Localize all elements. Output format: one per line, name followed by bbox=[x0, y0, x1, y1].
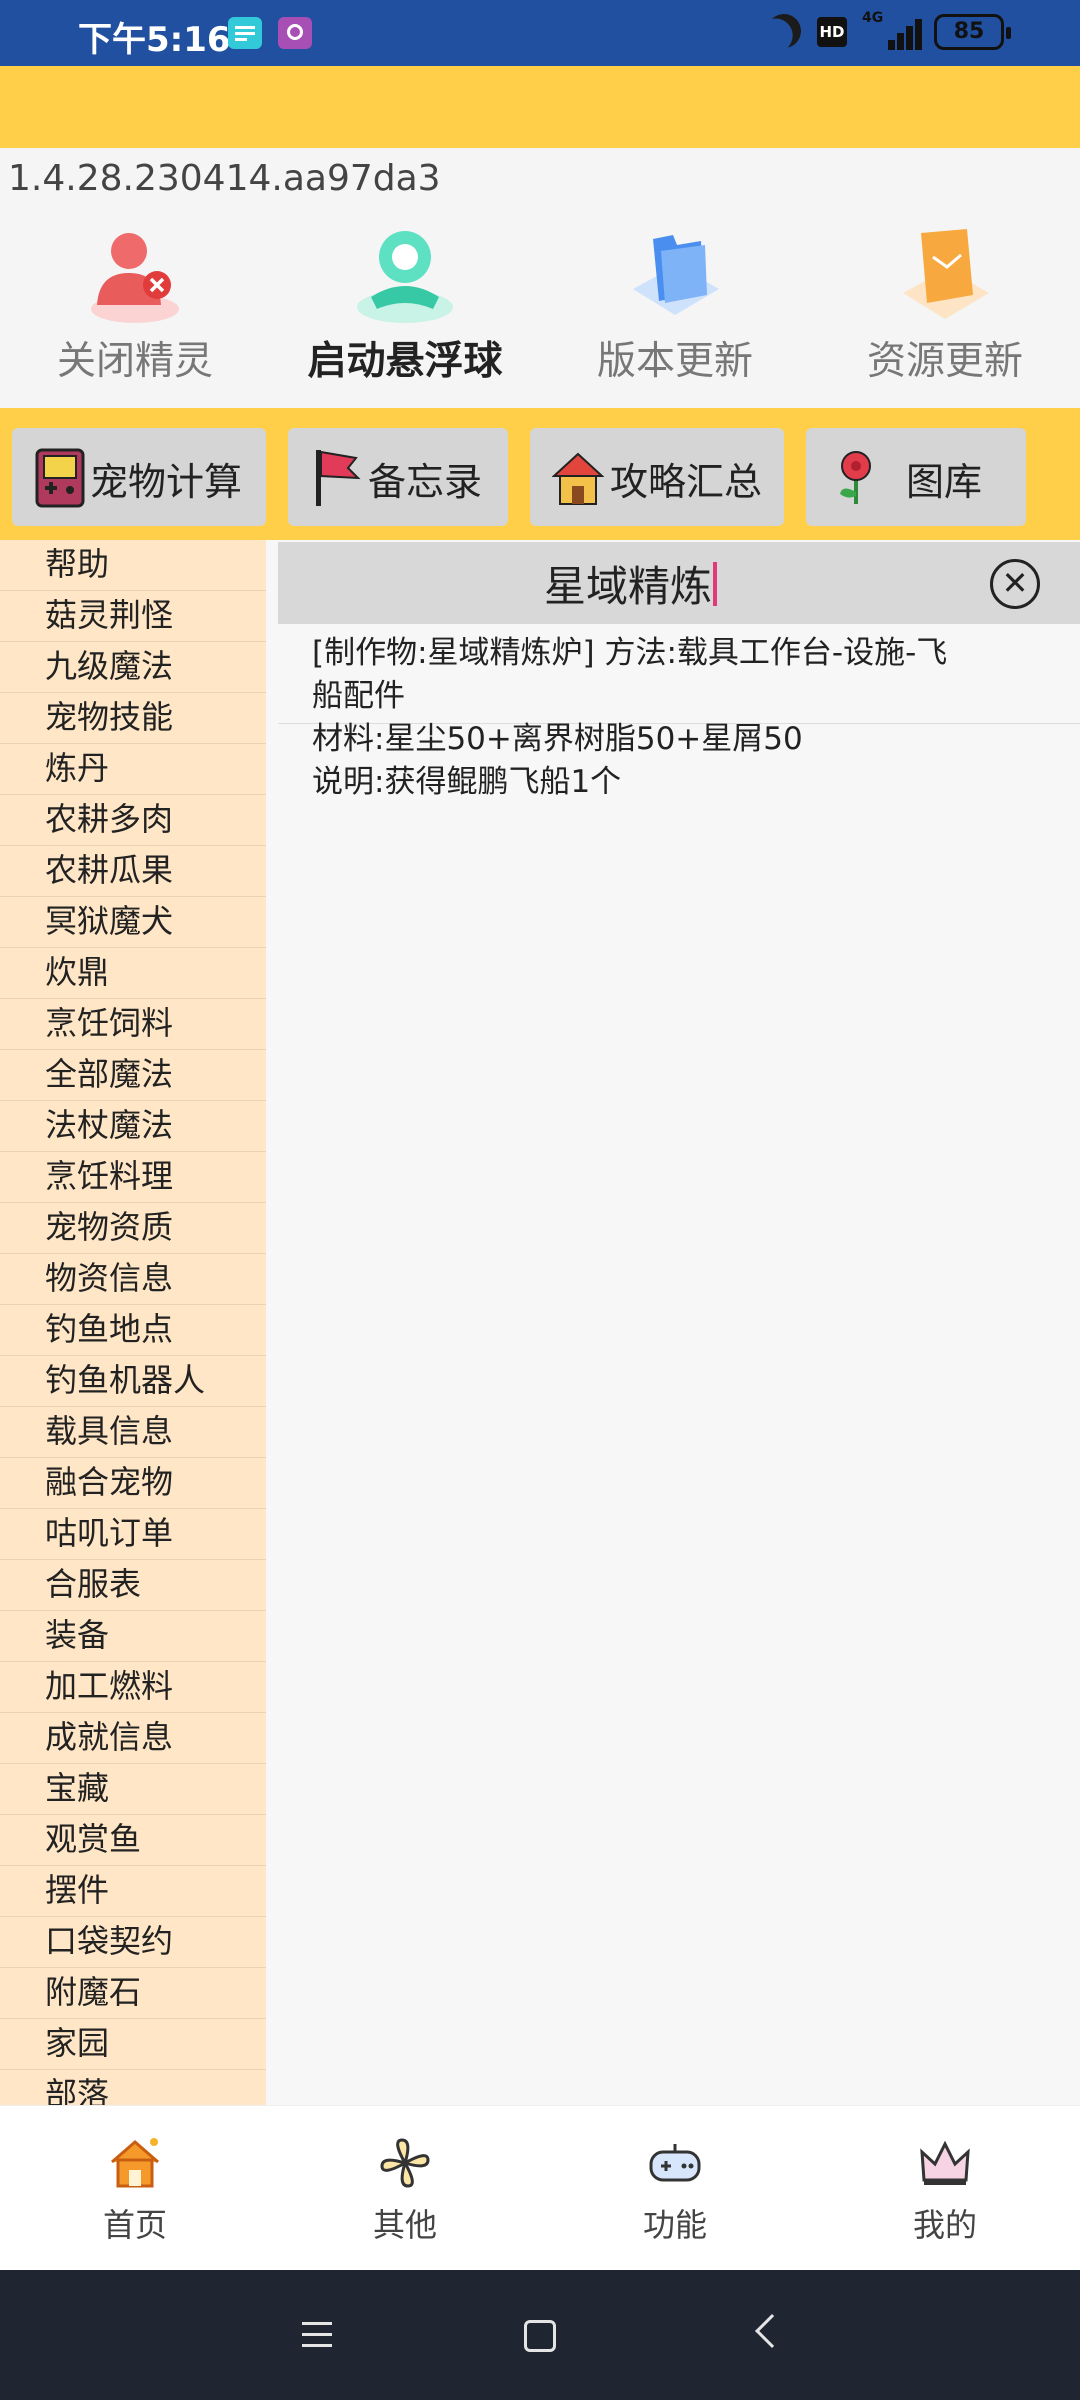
text-cursor bbox=[713, 562, 717, 606]
back-icon[interactable] bbox=[755, 2314, 789, 2348]
nav-home-label: 首页 bbox=[102, 2206, 167, 2244]
sidebar-item[interactable]: 家园 bbox=[0, 2019, 266, 2070]
sidebar-item[interactable]: 咕叽订单 bbox=[0, 1509, 266, 1560]
sidebar-item[interactable]: 烹饪饲料 bbox=[0, 999, 266, 1050]
gallery-button[interactable]: 图库 bbox=[806, 428, 1026, 526]
close-sprite-icon bbox=[91, 233, 179, 323]
sidebar-item[interactable]: 宠物技能 bbox=[0, 693, 266, 744]
memo-button[interactable]: 备忘录 bbox=[288, 428, 508, 526]
system-nav-bar bbox=[0, 2270, 1080, 2400]
sidebar-item[interactable]: 附魔石 bbox=[0, 1968, 266, 2019]
sidebar-item[interactable]: 物资信息 bbox=[0, 1254, 266, 1305]
nav-features-label: 功能 bbox=[642, 2206, 707, 2244]
sidebar-item[interactable]: 法杖魔法 bbox=[0, 1101, 266, 1152]
sidebar-item[interactable]: 烹饪料理 bbox=[0, 1152, 266, 1203]
sidebar-item[interactable]: 摆件 bbox=[0, 1866, 266, 1917]
sidebar-item[interactable]: 菇灵荆怪 bbox=[0, 591, 266, 642]
signal-icon bbox=[880, 14, 922, 50]
gamepad-icon bbox=[649, 2144, 701, 2182]
home-button-icon[interactable] bbox=[524, 2320, 556, 2352]
search-input[interactable] bbox=[278, 542, 978, 624]
nav-features[interactable]: 功能 bbox=[540, 2106, 810, 2271]
result-line: [制作物:星域精炼炉] 方法:载具工作台-设施-飞 bbox=[312, 635, 948, 671]
sidebar-item[interactable]: 装备 bbox=[0, 1611, 266, 1662]
sidebar-item[interactable]: 载具信息 bbox=[0, 1407, 266, 1458]
sidebar-item[interactable]: 全部魔法 bbox=[0, 1050, 266, 1101]
sidebar-item[interactable]: 炼丹 bbox=[0, 744, 266, 795]
sidebar-item[interactable]: 九级魔法 bbox=[0, 642, 266, 693]
app-notification-icon bbox=[278, 17, 312, 49]
sidebar-item[interactable]: 合服表 bbox=[0, 1560, 266, 1611]
nav-other-label: 其他 bbox=[372, 2206, 437, 2244]
version-label: 1.4.28.230414.aa97da3 bbox=[8, 158, 441, 199]
search-result-item[interactable]: [制作物:星域精炼炉] 方法:载具工作台-设施-飞 船配件 材料:星尘50+离界… bbox=[278, 624, 1080, 800]
bottom-nav: 首页 其他 功能 我的 bbox=[0, 2105, 1080, 2270]
floating-ball-button[interactable]: 启动悬浮球 bbox=[270, 215, 540, 385]
result-line: 船配件 bbox=[312, 678, 405, 714]
home-icon bbox=[111, 2138, 159, 2188]
flag-icon bbox=[316, 450, 361, 506]
close-sprite-label: 关闭精灵 bbox=[56, 339, 213, 384]
nav-profile[interactable]: 我的 bbox=[810, 2106, 1080, 2271]
flower-icon bbox=[840, 451, 871, 504]
sidebar-item[interactable]: 成就信息 bbox=[0, 1713, 266, 1764]
crown-icon bbox=[920, 2140, 970, 2185]
search-bar: ✕ bbox=[278, 542, 1080, 624]
message-notification-icon bbox=[228, 17, 262, 49]
memo-label: 备忘录 bbox=[368, 460, 483, 504]
sidebar-item[interactable]: 加工燃料 bbox=[0, 1662, 266, 1713]
menu-icon[interactable] bbox=[302, 2320, 332, 2350]
nav-home[interactable]: 首页 bbox=[0, 2106, 270, 2271]
gameboy-icon bbox=[35, 448, 85, 508]
guide-summary-button[interactable]: 攻略汇总 bbox=[530, 428, 784, 526]
main-content: ✕ [制作物:星域精炼炉] 方法:载具工作台-设施-飞 船配件 材料:星尘50+… bbox=[266, 540, 1080, 2105]
version-update-label: 版本更新 bbox=[596, 339, 753, 384]
sidebar-item[interactable]: 宝藏 bbox=[0, 1764, 266, 1815]
pet-calculator-button[interactable]: 宠物计算 bbox=[12, 428, 266, 526]
sidebar-item[interactable]: 农耕多肉 bbox=[0, 795, 266, 846]
floating-ball-icon bbox=[357, 231, 453, 323]
sidebar-item[interactable]: 农耕瓜果 bbox=[0, 846, 266, 897]
category-sidebar[interactable]: 帮助 菇灵荆怪 九级魔法 宠物技能 炼丹 农耕多肉 农耕瓜果 冥狱魔犬 炊鼎 烹… bbox=[0, 540, 266, 2105]
pinwheel-icon bbox=[380, 2138, 430, 2188]
sidebar-item[interactable]: 炊鼎 bbox=[0, 948, 266, 999]
nav-profile-label: 我的 bbox=[912, 2206, 977, 2244]
sidebar-item[interactable]: 帮助 bbox=[0, 540, 266, 591]
guide-summary-label: 攻略汇总 bbox=[610, 460, 763, 504]
clear-search-button[interactable]: ✕ bbox=[990, 559, 1040, 609]
sidebar-item[interactable]: 钓鱼地点 bbox=[0, 1305, 266, 1356]
status-time: 下午5:16 bbox=[78, 20, 231, 60]
app-header bbox=[0, 66, 1080, 148]
sidebar-item[interactable]: 融合宠物 bbox=[0, 1458, 266, 1509]
folder-icon bbox=[633, 235, 719, 315]
sidebar-item[interactable]: 观赏鱼 bbox=[0, 1815, 266, 1866]
sidebar-item[interactable]: 钓鱼机器人 bbox=[0, 1356, 266, 1407]
floating-ball-label: 启动悬浮球 bbox=[307, 339, 503, 384]
result-line: 说明:获得鲲鹏飞船1个 bbox=[312, 764, 622, 800]
resource-folder-icon bbox=[903, 229, 989, 319]
sidebar-item[interactable]: 部落 bbox=[0, 2070, 266, 2105]
do-not-disturb-icon bbox=[764, 11, 803, 50]
pet-calculator-label: 宠物计算 bbox=[90, 460, 243, 504]
house-icon bbox=[552, 452, 604, 505]
sidebar-item[interactable]: 冥狱魔犬 bbox=[0, 897, 266, 948]
nav-other[interactable]: 其他 bbox=[270, 2106, 540, 2271]
sidebar-item[interactable]: 口袋契约 bbox=[0, 1917, 266, 1968]
status-bar: 下午5:16 HD 4G 85 bbox=[0, 0, 1080, 66]
resource-update-button[interactable]: 资源更新 bbox=[810, 215, 1080, 385]
resource-update-label: 资源更新 bbox=[866, 339, 1023, 384]
sidebar-item[interactable]: 宠物资质 bbox=[0, 1203, 266, 1254]
result-line: 材料:星尘50+离界树脂50+星屑50 bbox=[312, 721, 803, 757]
hd-icon: HD bbox=[817, 17, 847, 47]
version-update-button[interactable]: 版本更新 bbox=[540, 215, 810, 385]
close-sprite-button[interactable]: 关闭精灵 bbox=[0, 215, 270, 385]
battery-icon: 85 bbox=[934, 14, 1011, 50]
gallery-label: 图库 bbox=[906, 460, 983, 504]
